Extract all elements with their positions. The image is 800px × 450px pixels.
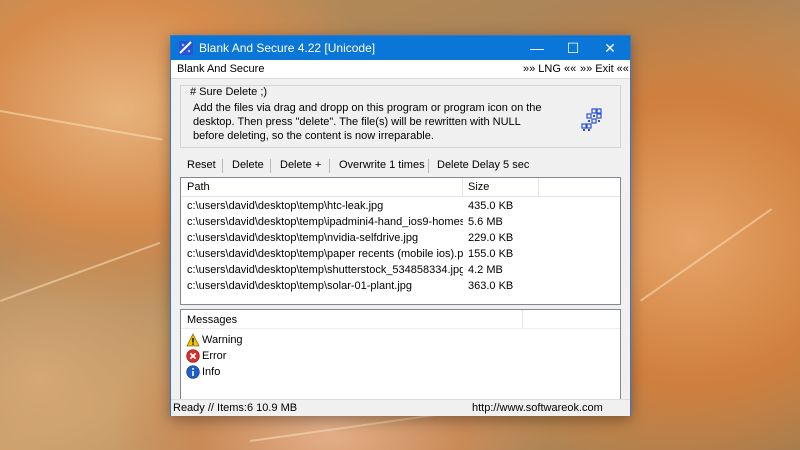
menu-app-name[interactable]: Blank And Secure <box>177 63 264 75</box>
file-path: c:\users\david\desktop\temp\paper recent… <box>187 248 463 260</box>
file-path: c:\users\david\desktop\temp\solar-01-pla… <box>187 280 413 292</box>
file-path: c:\users\david\desktop\temp\htc-leak.jpg <box>187 200 384 212</box>
messages-header: Messages <box>181 310 620 329</box>
info-description: Add the files via drag and dropp on this… <box>193 102 542 142</box>
messages-header-label[interactable]: Messages <box>187 314 237 326</box>
leaf-vein <box>0 241 161 302</box>
window-title: Blank And Secure 4.22 [Unicode] <box>199 41 376 55</box>
file-size: 155.0 KB <box>468 248 514 260</box>
leaf-vein <box>640 208 773 302</box>
file-size: 229.0 KB <box>468 232 514 244</box>
file-size: 435.0 KB <box>468 200 514 212</box>
file-size: 4.2 MB <box>468 264 503 276</box>
menu-language[interactable]: »» LNG «« <box>523 63 576 75</box>
column-header-path[interactable]: Path <box>187 181 210 193</box>
app-window: Blank And Secure 4.22 [Unicode] — ☐ ✕ Bl… <box>170 35 631 416</box>
status-text: Ready // Items:6 10.9 MB <box>173 402 298 414</box>
message-label: Info <box>202 366 221 378</box>
file-row[interactable]: c:\users\david\desktop\temp\htc-leak.jpg… <box>181 199 620 215</box>
file-path: c:\users\david\desktop\temp\ipadmini4-ha… <box>187 216 463 228</box>
info-icon <box>186 365 200 379</box>
file-row[interactable]: c:\users\david\desktop\temp\paper recent… <box>181 247 620 263</box>
toolbar-separator <box>222 159 223 173</box>
status-bar: Ready // Items:6 10.9 MB http://www.soft… <box>171 399 630 416</box>
messages-list[interactable]: Messages Warning Error Info <box>180 309 621 404</box>
file-rows: c:\users\david\desktop\temp\htc-leak.jpg… <box>181 199 620 295</box>
file-row[interactable]: c:\users\david\desktop\temp\solar-01-pla… <box>181 279 620 295</box>
info-group: # Sure Delete ;) Add the files via drag … <box>180 85 621 148</box>
error-icon <box>186 349 200 363</box>
file-row[interactable]: c:\users\david\desktop\temp\shutterstock… <box>181 263 620 279</box>
column-divider[interactable] <box>462 178 463 196</box>
column-divider[interactable] <box>522 310 523 328</box>
minimize-button[interactable]: — <box>518 36 556 60</box>
column-header-size[interactable]: Size <box>468 181 489 193</box>
reset-button[interactable]: Reset <box>187 159 216 171</box>
file-list[interactable]: Path Size c:\users\david\desktop\temp\ht… <box>180 177 621 305</box>
menu-bar: Blank And Secure »» LNG «« »» Exit «« <box>171 60 630 79</box>
column-divider[interactable] <box>538 178 539 196</box>
message-label: Error <box>202 350 227 362</box>
app-icon <box>179 41 193 55</box>
file-size: 5.6 MB <box>468 216 503 228</box>
file-row[interactable]: c:\users\david\desktop\temp\ipadmini4-ha… <box>181 215 620 231</box>
toolbar-separator <box>329 159 330 173</box>
file-path: c:\users\david\desktop\temp\shutterstock… <box>187 264 463 276</box>
title-bar[interactable]: Blank And Secure 4.22 [Unicode] — ☐ ✕ <box>171 36 630 60</box>
info-title: # Sure Delete ;) <box>190 86 268 98</box>
maximize-button[interactable]: ☐ <box>554 36 592 60</box>
file-size: 363.0 KB <box>468 280 514 292</box>
file-path: c:\users\david\desktop\temp\nvidia-selfd… <box>187 232 419 244</box>
blank-and-secure-logo-icon <box>581 108 602 131</box>
close-button[interactable]: ✕ <box>591 36 629 60</box>
file-list-header: Path Size <box>181 178 620 197</box>
toolbar-separator <box>428 159 429 173</box>
warning-icon <box>186 333 200 347</box>
message-label: Warning <box>202 334 243 346</box>
delete-button[interactable]: Delete <box>232 159 264 171</box>
delete-plus-button[interactable]: Delete + <box>280 159 321 171</box>
delete-delay-button[interactable]: Delete Delay 5 sec <box>437 159 529 171</box>
menu-exit[interactable]: »» Exit «« <box>580 63 629 75</box>
leaf-vein <box>0 110 163 141</box>
overwrite-times-button[interactable]: Overwrite 1 times <box>339 159 425 171</box>
file-row[interactable]: c:\users\david\desktop\temp\nvidia-selfd… <box>181 231 620 247</box>
toolbar-separator <box>270 159 271 173</box>
website-link[interactable]: http://www.softwareok.com <box>472 402 603 414</box>
